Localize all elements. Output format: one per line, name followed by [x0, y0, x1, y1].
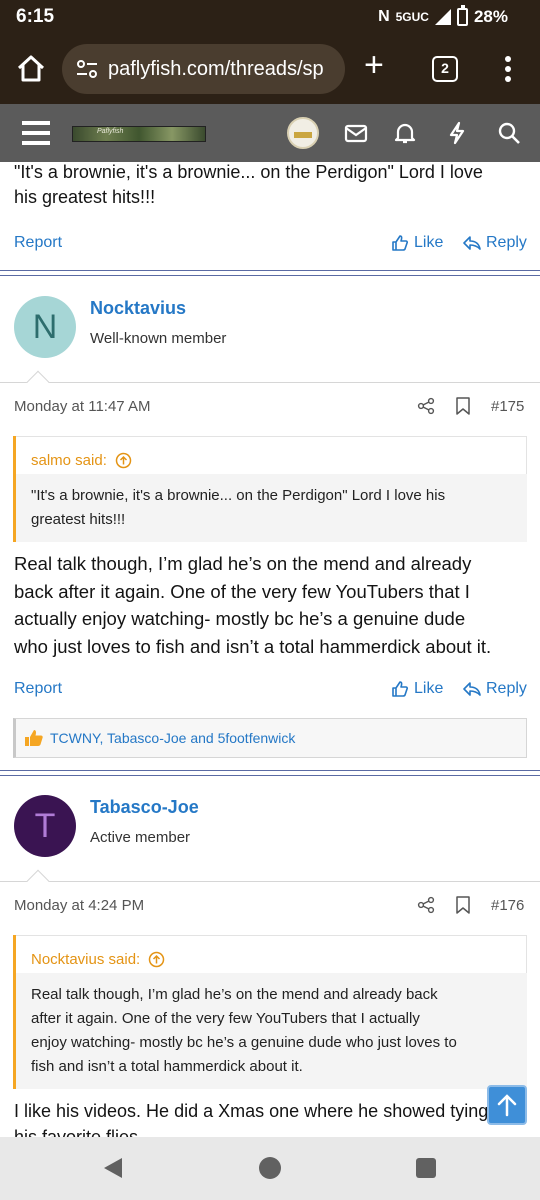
like-label: Like: [414, 234, 444, 251]
previous-post-line: his greatest hits!!!: [14, 187, 156, 207]
status-bar: 6:15 N 5GUC 28%: [0, 0, 540, 34]
badge-logo[interactable]: [287, 117, 319, 149]
post-body-line: who just loves to fish and isn’t a total…: [14, 635, 492, 657]
post-meta: Monday at 4:24 PM #176: [0, 869, 540, 927]
reply-button[interactable]: Reply: [463, 680, 527, 698]
bookmark-icon[interactable]: [456, 397, 470, 415]
quote-author[interactable]: Nocktavius said:: [31, 951, 140, 968]
arrow-up-circle-icon[interactable]: [148, 951, 165, 968]
share-icon[interactable]: [417, 397, 435, 415]
post-body: Real talk though, I’m glad he’s on the m…: [14, 550, 534, 660]
search-icon[interactable]: [496, 120, 522, 146]
post-body-line: Real talk though, I’m glad he’s on the m…: [14, 553, 472, 574]
quote-line: greatest hits!!!: [31, 511, 126, 528]
recent-apps-button[interactable]: [416, 1158, 436, 1178]
post-number[interactable]: #176: [491, 897, 524, 914]
report-link[interactable]: Report: [14, 234, 62, 252]
author-name[interactable]: Nocktavius: [90, 298, 186, 319]
post-actions: Report Like Reply: [0, 670, 540, 710]
browser-toolbar: paflyfish.com/threads/sp + 2: [0, 34, 540, 104]
back-button[interactable]: [104, 1158, 122, 1178]
like-button[interactable]: Like: [391, 234, 443, 252]
quote-header[interactable]: salmo said:: [16, 436, 527, 474]
battery-level: 28%: [473, 7, 508, 26]
quote-body: Real talk though, I’m glad he’s on the m…: [16, 973, 527, 1089]
reply-label: Reply: [486, 680, 527, 697]
reply-button[interactable]: Reply: [463, 234, 527, 252]
post-body-line: back after it again. One of the very few…: [14, 580, 470, 602]
like-reaction-icon: [25, 730, 43, 746]
post-number[interactable]: #175: [491, 398, 524, 415]
post-body-line: actually enjoy watching- mostly bc he’s …: [14, 608, 466, 629]
quote-body: "It's a brownie, it's a brownie... on th…: [16, 474, 527, 542]
post-author: N Nocktavius Well-known member: [0, 296, 540, 382]
new-tab-button[interactable]: +: [364, 48, 384, 82]
post-author: T Tabasco-Joe Active member: [0, 795, 540, 881]
post-date[interactable]: Monday at 11:47 AM: [14, 398, 150, 415]
like-label: Like: [414, 680, 444, 697]
arrow-up-icon: [497, 1094, 517, 1117]
messages-icon[interactable]: [343, 120, 369, 146]
thread-content: "It's a brownie, it's a brownie... on th…: [0, 162, 540, 1137]
avatar[interactable]: N: [14, 296, 76, 358]
reply-icon: [463, 682, 481, 696]
post-body-line: I like his videos. He did a Xmas one whe…: [14, 1101, 489, 1121]
system-nav-bar: [0, 1137, 540, 1200]
nfc-icon: N: [378, 8, 390, 25]
address-bar[interactable]: paflyfish.com/threads/sp: [62, 44, 345, 94]
quote-line: enjoy watching- mostly bc he’s a genuine…: [31, 1034, 457, 1051]
post-body: I like his videos. He did a Xmas one whe…: [14, 1098, 534, 1137]
site-header: Paflyfish: [0, 104, 540, 162]
author-name[interactable]: Tabasco-Joe: [90, 797, 199, 818]
post-date[interactable]: Monday at 4:24 PM: [14, 897, 144, 914]
menu-icon[interactable]: [22, 121, 50, 145]
author-title: Well-known member: [90, 330, 227, 347]
home-icon[interactable]: [14, 52, 48, 86]
network-type: 5GUC: [395, 10, 429, 24]
post-body-line: his favorite flies: [14, 1127, 139, 1137]
thumbs-up-icon: [392, 235, 408, 251]
previous-post-actions: Report Like Reply: [0, 224, 540, 264]
reply-label: Reply: [486, 234, 527, 251]
post-divider: [0, 270, 540, 276]
avatar[interactable]: T: [14, 795, 76, 857]
bell-icon[interactable]: [392, 120, 418, 146]
report-link[interactable]: Report: [14, 680, 62, 698]
share-icon[interactable]: [417, 896, 435, 914]
tab-switcher-button[interactable]: 2: [432, 56, 458, 82]
quote-block: Nocktavius said: Real talk though, I’m g…: [13, 935, 527, 1089]
url-text[interactable]: paflyfish.com/threads/sp: [108, 58, 324, 81]
site-logo[interactable]: Paflyfish: [72, 126, 206, 142]
reactions-bar[interactable]: TCWNY, Tabasco-Joe and 5footfenwick: [13, 718, 527, 758]
scroll-to-top-button[interactable]: [487, 1085, 527, 1125]
arrow-up-circle-icon[interactable]: [115, 452, 132, 469]
status-indicators: N 5GUC 28%: [378, 5, 508, 27]
quote-line: "It's a brownie, it's a brownie... on th…: [31, 487, 446, 504]
quote-author[interactable]: salmo said:: [31, 452, 107, 469]
quote-line: after it again. One of the very few YouT…: [31, 1010, 420, 1027]
previous-post-line: "It's a brownie, it's a brownie... on th…: [14, 162, 483, 182]
signal-icon: [434, 9, 451, 25]
site-settings-icon[interactable]: [76, 59, 98, 79]
bookmark-icon[interactable]: [456, 896, 470, 914]
battery-icon: [456, 5, 468, 26]
home-button[interactable]: [259, 1157, 281, 1179]
status-time: 6:15: [16, 6, 55, 27]
quote-header[interactable]: Nocktavius said:: [16, 935, 527, 973]
reactions-text[interactable]: TCWNY, Tabasco-Joe and 5footfenwick: [50, 730, 295, 746]
like-button[interactable]: Like: [391, 680, 443, 698]
reply-icon: [463, 236, 481, 250]
post-divider: [0, 770, 540, 776]
quote-line: fish and isn’t a total hammerdick about …: [31, 1058, 303, 1075]
previous-post-body: "It's a brownie, it's a brownie... on th…: [14, 162, 534, 210]
thumbs-up-icon: [392, 681, 408, 697]
site-logo-text: Paflyfish: [97, 128, 124, 135]
bolt-icon[interactable]: [444, 120, 470, 146]
author-title: Active member: [90, 829, 191, 846]
browser-menu-button[interactable]: [500, 56, 516, 84]
post-meta: Monday at 11:47 AM #175: [0, 370, 540, 428]
quote-line: Real talk though, I’m glad he’s on the m…: [31, 986, 438, 1003]
quote-block: salmo said: "It's a brownie, it's a brow…: [13, 436, 527, 542]
